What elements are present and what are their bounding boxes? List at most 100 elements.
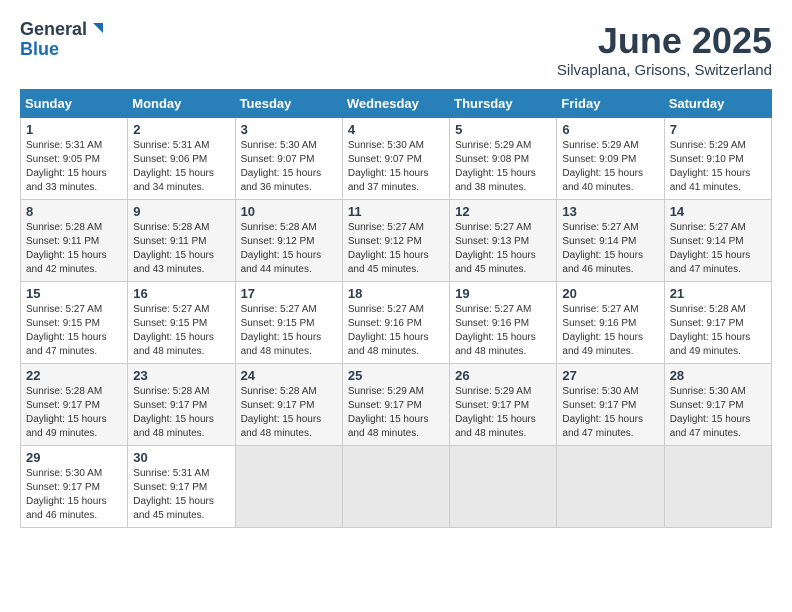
table-cell: 24Sunrise: 5:28 AM Sunset: 9:17 PM Dayli… xyxy=(235,364,342,446)
table-cell: 8 Sunrise: 5:28 AM Sunset: 9:11 PM Daylig… xyxy=(21,200,128,282)
table-cell xyxy=(235,446,342,528)
day-info: Sunrise: 5:29 AM Sunset: 9:10 PM Dayligh… xyxy=(670,139,766,195)
table-cell: 9Sunrise: 5:28 AM Sunset: 9:11 PM Daylig… xyxy=(128,200,235,282)
day-number: 11 xyxy=(348,204,444,219)
day-number: 8 xyxy=(26,204,122,219)
day-info: Sunrise: 5:30 AM Sunset: 9:07 PM Dayligh… xyxy=(241,139,337,195)
day-info: Sunrise: 5:29 AM Sunset: 9:17 PM Dayligh… xyxy=(455,385,551,441)
day-info: Sunrise: 5:27 AM Sunset: 9:15 PM Dayligh… xyxy=(241,303,337,359)
day-info: Sunrise: 5:30 AM Sunset: 9:17 PM Dayligh… xyxy=(562,385,658,441)
day-number: 30 xyxy=(133,450,229,465)
week-row-3: 15 Sunrise: 5:27 AM Sunset: 9:15 PM Dayli… xyxy=(21,282,772,364)
day-info: Sunrise: 5:28 AM Sunset: 9:17 PM Dayligh… xyxy=(26,385,122,441)
table-cell: 15 Sunrise: 5:27 AM Sunset: 9:15 PM Dayli… xyxy=(21,282,128,364)
table-cell: 25 Sunrise: 5:29 AM Sunset: 9:17 PM Dayli… xyxy=(342,364,449,446)
day-info: Sunrise: 5:27 AM Sunset: 9:12 PM Dayligh… xyxy=(348,221,444,277)
day-info: Sunrise: 5:27 AM Sunset: 9:14 PM Dayligh… xyxy=(562,221,658,277)
table-cell: 11 Sunrise: 5:27 AM Sunset: 9:12 PM Dayli… xyxy=(342,200,449,282)
table-cell xyxy=(342,446,449,528)
logo-general-text: General xyxy=(20,20,87,40)
day-number: 17 xyxy=(241,286,337,301)
day-info: Sunrise: 5:30 AM Sunset: 9:17 PM Dayligh… xyxy=(670,385,766,441)
table-cell: 17 Sunrise: 5:27 AM Sunset: 9:15 PM Dayli… xyxy=(235,282,342,364)
day-number: 14 xyxy=(670,204,766,219)
day-number: 3 xyxy=(241,122,337,137)
table-cell: 19 Sunrise: 5:27 AM Sunset: 9:16 PM Dayli… xyxy=(450,282,557,364)
day-number: 29 xyxy=(26,450,122,465)
day-number: 21 xyxy=(670,286,766,301)
day-number: 25 xyxy=(348,368,444,383)
week-row-4: 22Sunrise: 5:28 AM Sunset: 9:17 PM Dayli… xyxy=(21,364,772,446)
day-number: 24 xyxy=(241,368,337,383)
header-wednesday: Wednesday xyxy=(342,90,449,118)
day-info: Sunrise: 5:27 AM Sunset: 9:15 PM Dayligh… xyxy=(26,303,122,359)
table-cell xyxy=(450,446,557,528)
table-cell: 5Sunrise: 5:29 AM Sunset: 9:08 PM Daylig… xyxy=(450,118,557,200)
table-cell: 4 Sunrise: 5:30 AM Sunset: 9:07 PM Daylig… xyxy=(342,118,449,200)
table-cell: 13 Sunrise: 5:27 AM Sunset: 9:14 PM Dayli… xyxy=(557,200,664,282)
logo-triangle-icon xyxy=(89,19,107,37)
day-number: 15 xyxy=(26,286,122,301)
day-info: Sunrise: 5:30 AM Sunset: 9:07 PM Dayligh… xyxy=(348,139,444,195)
week-row-1: 1 Sunrise: 5:31 AM Sunset: 9:05 PM Daylig… xyxy=(21,118,772,200)
table-cell: 7 Sunrise: 5:29 AM Sunset: 9:10 PM Daylig… xyxy=(664,118,771,200)
day-info: Sunrise: 5:27 AM Sunset: 9:16 PM Dayligh… xyxy=(348,303,444,359)
day-number: 23 xyxy=(133,368,229,383)
day-info: Sunrise: 5:31 AM Sunset: 9:17 PM Dayligh… xyxy=(133,467,229,523)
day-number: 1 xyxy=(26,122,122,137)
table-cell: 3 Sunrise: 5:30 AM Sunset: 9:07 PM Daylig… xyxy=(235,118,342,200)
day-number: 10 xyxy=(241,204,337,219)
table-cell: 30 Sunrise: 5:31 AM Sunset: 9:17 PM Dayli… xyxy=(128,446,235,528)
table-cell: 27Sunrise: 5:30 AM Sunset: 9:17 PM Dayli… xyxy=(557,364,664,446)
day-info: Sunrise: 5:27 AM Sunset: 9:16 PM Dayligh… xyxy=(562,303,658,359)
header-saturday: Saturday xyxy=(664,90,771,118)
table-cell: 2 Sunrise: 5:31 AM Sunset: 9:06 PM Daylig… xyxy=(128,118,235,200)
day-number: 7 xyxy=(670,122,766,137)
table-cell xyxy=(557,446,664,528)
table-cell: 26Sunrise: 5:29 AM Sunset: 9:17 PM Dayli… xyxy=(450,364,557,446)
day-info: Sunrise: 5:28 AM Sunset: 9:17 PM Dayligh… xyxy=(670,303,766,359)
table-cell: 21 Sunrise: 5:28 AM Sunset: 9:17 PM Dayli… xyxy=(664,282,771,364)
day-info: Sunrise: 5:27 AM Sunset: 9:15 PM Dayligh… xyxy=(133,303,229,359)
header-tuesday: Tuesday xyxy=(235,90,342,118)
header-sunday: Sunday xyxy=(21,90,128,118)
table-cell: 23 Sunrise: 5:28 AM Sunset: 9:17 PM Dayli… xyxy=(128,364,235,446)
day-info: Sunrise: 5:30 AM Sunset: 9:17 PM Dayligh… xyxy=(26,467,122,523)
table-cell: 10Sunrise: 5:28 AM Sunset: 9:12 PM Dayli… xyxy=(235,200,342,282)
day-info: Sunrise: 5:28 AM Sunset: 9:11 PM Dayligh… xyxy=(133,221,229,277)
table-cell: 12Sunrise: 5:27 AM Sunset: 9:13 PM Dayli… xyxy=(450,200,557,282)
day-info: Sunrise: 5:31 AM Sunset: 9:05 PM Dayligh… xyxy=(26,139,122,195)
table-cell: 1 Sunrise: 5:31 AM Sunset: 9:05 PM Daylig… xyxy=(21,118,128,200)
day-info: Sunrise: 5:31 AM Sunset: 9:06 PM Dayligh… xyxy=(133,139,229,195)
day-info: Sunrise: 5:27 AM Sunset: 9:14 PM Dayligh… xyxy=(670,221,766,277)
day-number: 28 xyxy=(670,368,766,383)
header-thursday: Thursday xyxy=(450,90,557,118)
day-number: 20 xyxy=(562,286,658,301)
table-cell: 22Sunrise: 5:28 AM Sunset: 9:17 PM Dayli… xyxy=(21,364,128,446)
day-number: 4 xyxy=(348,122,444,137)
day-number: 13 xyxy=(562,204,658,219)
day-number: 6 xyxy=(562,122,658,137)
page-header: General Blue June 2025 Silvaplana, Griso… xyxy=(20,20,772,79)
day-number: 19 xyxy=(455,286,551,301)
header-friday: Friday xyxy=(557,90,664,118)
calendar-header-row: Sunday Monday Tuesday Wednesday Thursday… xyxy=(21,90,772,118)
day-info: Sunrise: 5:29 AM Sunset: 9:09 PM Dayligh… xyxy=(562,139,658,195)
title-block: June 2025 Silvaplana, Grisons, Switzerla… xyxy=(557,20,772,79)
calendar-table: Sunday Monday Tuesday Wednesday Thursday… xyxy=(20,89,772,528)
header-monday: Monday xyxy=(128,90,235,118)
day-info: Sunrise: 5:28 AM Sunset: 9:11 PM Dayligh… xyxy=(26,221,122,277)
day-number: 2 xyxy=(133,122,229,137)
day-info: Sunrise: 5:29 AM Sunset: 9:08 PM Dayligh… xyxy=(455,139,551,195)
day-number: 16 xyxy=(133,286,229,301)
table-cell: 16 Sunrise: 5:27 AM Sunset: 9:15 PM Dayli… xyxy=(128,282,235,364)
day-info: Sunrise: 5:29 AM Sunset: 9:17 PM Dayligh… xyxy=(348,385,444,441)
table-cell: 28 Sunrise: 5:30 AM Sunset: 9:17 PM Dayli… xyxy=(664,364,771,446)
day-info: Sunrise: 5:27 AM Sunset: 9:16 PM Dayligh… xyxy=(455,303,551,359)
week-row-2: 8 Sunrise: 5:28 AM Sunset: 9:11 PM Daylig… xyxy=(21,200,772,282)
logo: General Blue xyxy=(20,20,107,60)
table-cell: 20 Sunrise: 5:27 AM Sunset: 9:16 PM Dayli… xyxy=(557,282,664,364)
table-cell: 6 Sunrise: 5:29 AM Sunset: 9:09 PM Daylig… xyxy=(557,118,664,200)
day-info: Sunrise: 5:28 AM Sunset: 9:17 PM Dayligh… xyxy=(133,385,229,441)
table-cell: 14 Sunrise: 5:27 AM Sunset: 9:14 PM Dayli… xyxy=(664,200,771,282)
